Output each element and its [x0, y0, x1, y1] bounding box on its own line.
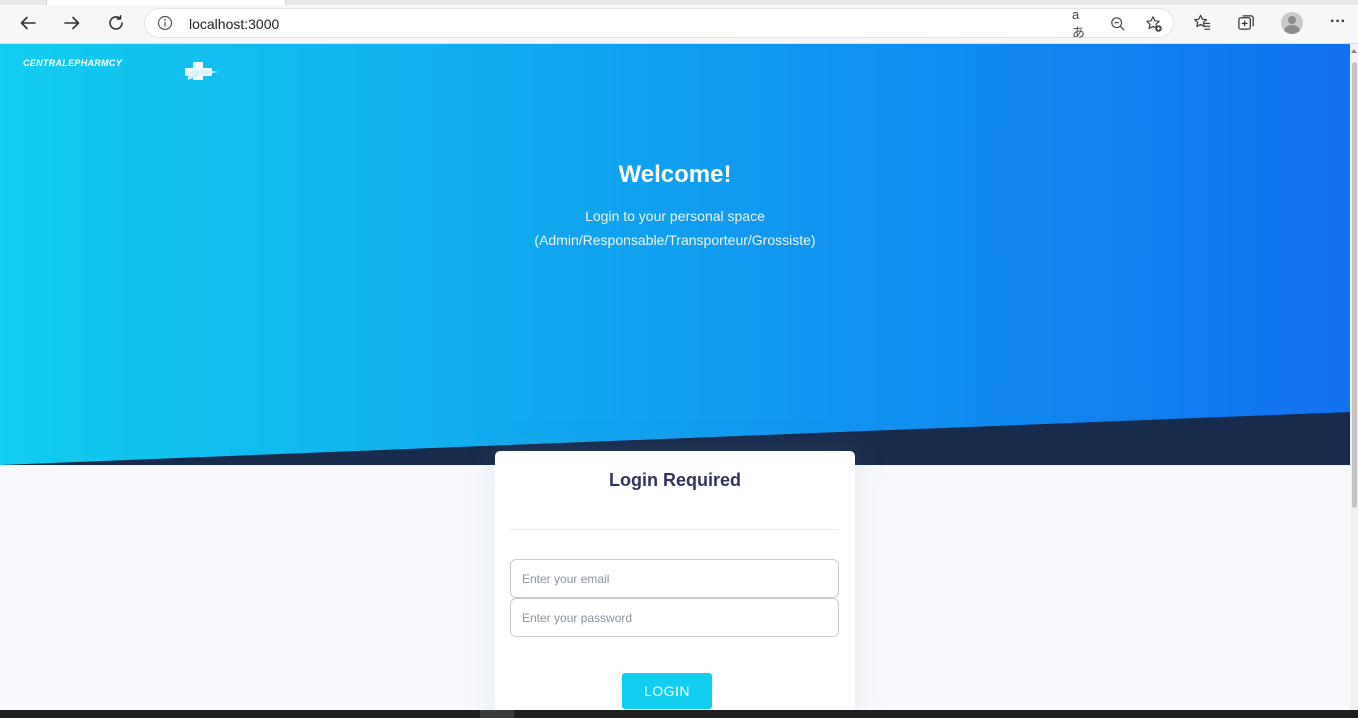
zoom-out-icon[interactable]: [1109, 15, 1127, 33]
back-icon[interactable]: [14, 9, 42, 37]
hero-subtitle: Login to your personal space (Admin/Resp…: [0, 204, 1350, 252]
taskbar-item[interactable]: [480, 710, 514, 718]
scrollbar-thumb[interactable]: [1352, 62, 1357, 508]
page-title: Welcome!: [618, 161, 732, 188]
collections-icon[interactable]: [1236, 12, 1256, 32]
forward-icon[interactable]: [58, 9, 86, 37]
card-divider: [510, 529, 839, 530]
login-title: Login Required: [609, 470, 741, 490]
profile-icon[interactable]: [1281, 12, 1303, 34]
subtitle-line-1: Login to your personal space: [585, 208, 765, 224]
hero-header: CENTRALEPHARMCY Welcome! Login to your p…: [0, 44, 1350, 465]
read-aloud-icon[interactable]: aあ: [1072, 7, 1090, 40]
scroll-up-icon[interactable]: [1351, 49, 1357, 53]
email-field[interactable]: [510, 559, 839, 598]
login-card: Login Required LOGIN: [495, 451, 855, 710]
logo-text: CENTRALEPHARMCY: [23, 58, 122, 68]
refresh-icon[interactable]: [102, 9, 130, 37]
favorites-icon[interactable]: [1192, 12, 1212, 32]
hero-separator: [0, 412, 1350, 465]
taskbar-strip: [0, 710, 1358, 718]
page-scrollbar[interactable]: [1350, 44, 1358, 710]
page-viewport: CENTRALEPHARMCY Welcome! Login to your p…: [0, 44, 1350, 710]
active-tab[interactable]: [46, 0, 286, 5]
tab-strip: [0, 0, 1358, 5]
more-icon[interactable]: ···: [1328, 12, 1348, 32]
subtitle-line-2: (Admin/Responsable/Transporteur/Grossist…: [534, 232, 816, 248]
address-bar[interactable]: localhost:3000 aあ: [144, 7, 1174, 40]
info-icon[interactable]: [157, 15, 173, 31]
url-text[interactable]: localhost:3000: [189, 16, 279, 32]
browser-toolbar: localhost:3000 aあ ···: [0, 0, 1358, 44]
login-button[interactable]: LOGIN: [622, 673, 712, 709]
password-field[interactable]: [510, 598, 839, 637]
logo-icon: [185, 62, 219, 80]
add-favorite-icon[interactable]: [1145, 15, 1163, 33]
